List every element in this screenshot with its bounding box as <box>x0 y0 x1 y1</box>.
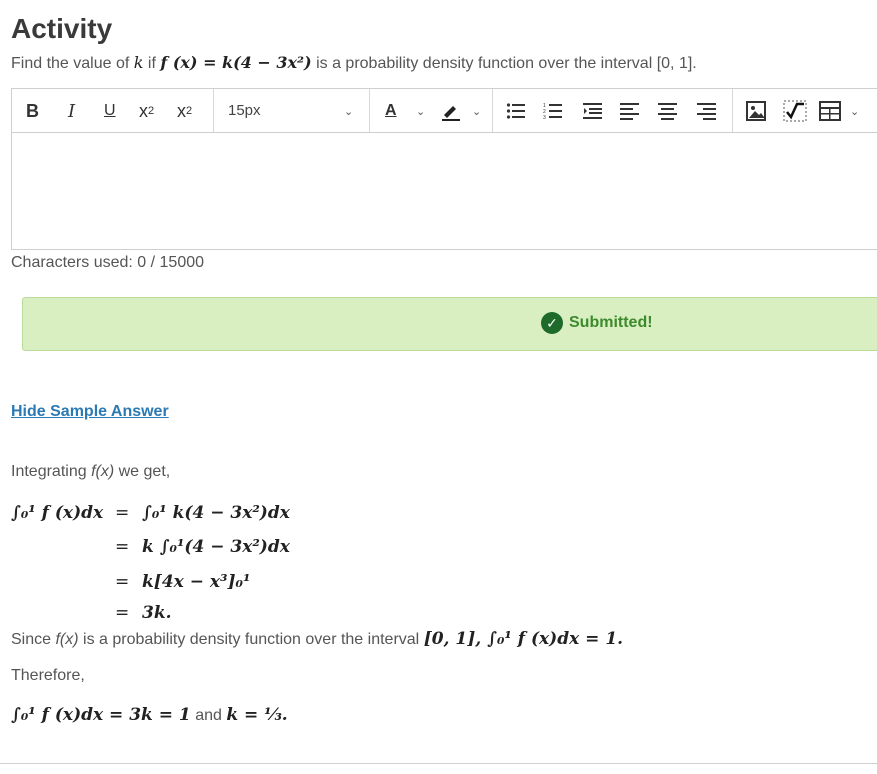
indent-icon[interactable] <box>583 99 603 123</box>
toolbar-divider <box>732 89 733 132</box>
status-message: Submitted! <box>569 314 653 331</box>
highlight-icon[interactable] <box>440 99 462 123</box>
superscript-icon[interactable]: x2 <box>139 99 154 123</box>
chevron-down-icon[interactable]: ⌄ <box>850 105 859 118</box>
chevron-down-icon[interactable]: ⌄ <box>416 105 425 118</box>
editor-toolbar: B I U x2 x2 15px ⌄ A ⌄ ⌄ 123 ⌄ <box>12 89 877 133</box>
submission-status-banner: ✓ Submitted! <box>22 297 877 351</box>
toolbar-divider <box>369 89 370 132</box>
align-left-icon[interactable] <box>620 99 640 123</box>
sample-intro: Integrating f(x) we get, <box>11 463 171 480</box>
editor-text-area[interactable] <box>12 133 877 248</box>
font-color-icon[interactable]: A <box>385 99 397 123</box>
sample-since-line: Since f(x) is a probability density func… <box>11 629 624 649</box>
bullet-list-icon[interactable] <box>506 99 526 123</box>
bold-icon[interactable]: B <box>26 99 39 123</box>
italic-icon[interactable]: I <box>68 99 75 123</box>
chevron-down-icon[interactable]: ⌄ <box>472 105 481 118</box>
align-right-icon[interactable] <box>697 99 717 123</box>
svg-text:3: 3 <box>543 115 546 120</box>
image-icon[interactable] <box>746 99 766 123</box>
toolbar-divider <box>492 89 493 132</box>
chevron-down-icon[interactable]: ⌄ <box>344 105 353 118</box>
align-center-icon[interactable] <box>658 99 678 123</box>
table-icon[interactable] <box>819 99 841 123</box>
sample-final-line: ∫₀¹ f (x)dx = 3k = 1 and k = ⅓. <box>11 705 288 725</box>
subscript-icon[interactable]: x2 <box>177 99 192 123</box>
page-title: Activity <box>11 13 113 44</box>
rich-text-editor: B I U x2 x2 15px ⌄ A ⌄ ⌄ 123 ⌄ <box>11 88 877 250</box>
toolbar-divider <box>213 89 214 132</box>
hide-sample-answer-link[interactable]: Hide Sample Answer <box>11 403 169 421</box>
sample-therefore: Therefore, <box>11 667 85 684</box>
numbered-list-icon[interactable]: 123 <box>543 99 563 123</box>
character-counter: Characters used: 0 / 15000 <box>11 254 205 271</box>
check-circle-icon: ✓ <box>541 312 563 334</box>
question-text: Find the value of k if f (x) = k(4 − 3x²… <box>11 53 697 72</box>
font-size-select[interactable]: 15px <box>228 102 261 119</box>
bottom-divider <box>0 763 877 764</box>
question-formula: f (x) = k(4 − 3x²) <box>160 53 312 72</box>
underline-icon[interactable]: U <box>104 99 116 123</box>
math-icon[interactable] <box>783 99 807 123</box>
